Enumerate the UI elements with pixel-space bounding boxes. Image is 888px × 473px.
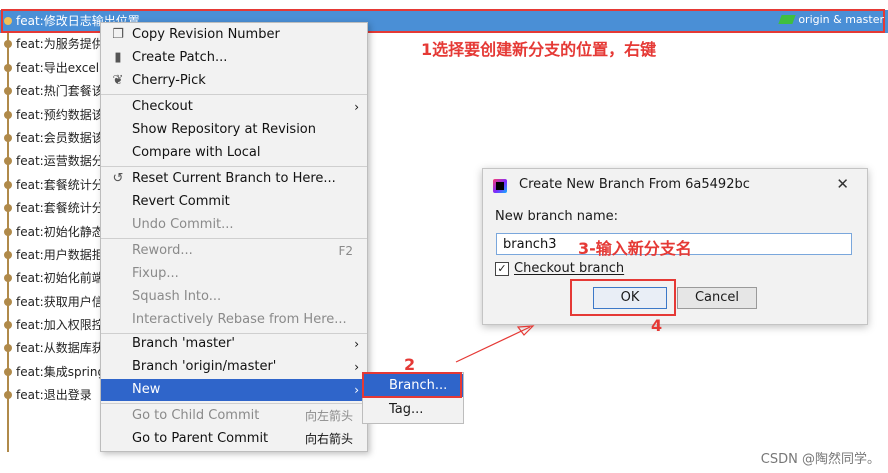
menu-copy-revision[interactable]: ❐ Copy Revision Number — [101, 24, 367, 46]
checkout-checkbox[interactable]: ✓ — [495, 261, 509, 276]
copy-icon: ❐ — [112, 27, 124, 42]
commit-message: feat:套餐统计分 — [16, 177, 104, 192]
commit-dot-icon — [4, 40, 12, 49]
commit-dot-icon — [4, 204, 12, 213]
menu-create-patch[interactable]: ▮ Create Patch... — [101, 47, 367, 69]
commit-message: feat:从数据库获 — [16, 341, 104, 356]
menu-branch-origin-master[interactable]: Branch 'origin/master' › — [101, 356, 367, 378]
commit-dot-icon — [4, 87, 12, 96]
new-submenu: Branch... Tag... — [362, 372, 464, 424]
shortcut-label: 向右箭头 — [304, 432, 353, 446]
checkout-branch-option[interactable]: ✓ Checkout branch — [495, 261, 624, 276]
menu-new[interactable]: New › — [101, 379, 367, 401]
dialog-titlebar: Create New Branch From 6a5492bc ✕ — [483, 169, 867, 202]
commit-message: feat:会员数据该 — [16, 130, 104, 145]
menu-go-child[interactable]: Go to Child Commit 向左箭头 — [101, 405, 367, 427]
shortcut-label: 向左箭头 — [304, 409, 353, 423]
shortcut-label: F2 — [338, 244, 353, 258]
undo-arrow-icon: ↺ — [112, 171, 124, 186]
tag-icon — [778, 15, 796, 24]
commit-message: feat:初始化静态 — [16, 224, 104, 239]
commit-message: feat:热门套餐该 — [16, 84, 104, 99]
branch-name-label: New branch name: — [495, 209, 619, 224]
commit-message: feat:退出登录 — [16, 388, 92, 403]
close-icon[interactable]: ✕ — [836, 175, 849, 193]
menu-separator — [101, 403, 367, 404]
submenu-branch[interactable]: Branch... — [363, 374, 463, 397]
submenu-tag[interactable]: Tag... — [363, 398, 463, 421]
commit-message: feat:初始化前端 — [16, 271, 104, 286]
branch-ref-text: origin & master — [798, 13, 884, 26]
menu-interactive-rebase[interactable]: Interactively Rebase from Here... — [101, 309, 367, 331]
menu-undo-commit[interactable]: Undo Commit... — [101, 214, 367, 236]
menu-separator — [101, 166, 367, 167]
menu-show-repository[interactable]: Show Repository at Revision — [101, 119, 367, 141]
commit-message: feat:加入权限控 — [16, 318, 104, 333]
commit-dot-icon — [4, 274, 12, 283]
chevron-right-icon: › — [354, 360, 359, 374]
chevron-right-icon: › — [354, 337, 359, 351]
commit-message: feat:套餐统计分 — [16, 201, 104, 216]
commit-dot-icon — [4, 321, 12, 330]
commit-dot-icon — [4, 133, 12, 142]
annotation-step1: 1选择要创建新分支的位置，右键 — [421, 40, 657, 59]
commit-message: feat:为服务提供 — [16, 37, 104, 52]
ok-button[interactable]: OK — [593, 287, 667, 309]
cherry-icon: ❦ — [112, 73, 124, 88]
commit-dot-icon — [4, 367, 12, 376]
checkout-label: Checkout branch — [514, 261, 625, 276]
dialog-title: Create New Branch From 6a5492bc — [519, 177, 750, 192]
watermark: CSDN @陶然同学。 — [760, 452, 880, 467]
chevron-right-icon: › — [354, 100, 359, 114]
commit-dot-icon — [4, 391, 12, 400]
commit-message: feat:用户数据拒 — [16, 247, 104, 262]
menu-squash[interactable]: Squash Into... — [101, 286, 367, 308]
menu-branch-master[interactable]: Branch 'master' › — [101, 333, 367, 355]
menu-separator — [101, 238, 367, 239]
menu-cherry-pick[interactable]: ❦ Cherry-Pick — [101, 70, 367, 92]
commit-dot-icon — [4, 227, 12, 236]
intellij-app-icon — [493, 179, 507, 193]
menu-compare-local[interactable]: Compare with Local — [101, 142, 367, 164]
chevron-right-icon: › — [354, 383, 359, 397]
annotation-step4: 4 — [651, 316, 663, 335]
menu-reword[interactable]: Reword... F2 — [101, 240, 367, 262]
menu-checkout[interactable]: Checkout › — [101, 96, 367, 118]
commit-message: feat:获取用户信 — [16, 294, 104, 309]
branch-ref-label: origin & master — [778, 13, 884, 26]
commit-dot-icon — [4, 63, 12, 72]
menu-go-parent[interactable]: Go to Parent Commit 向右箭头 — [101, 428, 367, 450]
cancel-button[interactable]: Cancel — [677, 287, 757, 309]
commit-dot-icon — [4, 297, 12, 306]
annotation-step2: 2 — [404, 355, 416, 374]
commit-message: feat:运营数据分 — [16, 154, 104, 169]
menu-fixup[interactable]: Fixup... — [101, 263, 367, 285]
commit-dot-icon — [4, 17, 12, 25]
commit-dot-icon — [4, 344, 12, 353]
patch-icon: ▮ — [114, 50, 122, 65]
menu-separator — [101, 94, 367, 95]
commit-dot-icon — [4, 110, 12, 119]
annotation-step3: 3-输入新分支名 — [578, 239, 692, 258]
commit-message: feat:预约数据该 — [16, 107, 104, 122]
commit-message: feat:导出excel — [16, 60, 100, 75]
commit-message: feat:集成spring — [16, 364, 106, 379]
menu-reset-branch[interactable]: ↺ Reset Current Branch to Here... — [101, 168, 367, 190]
context-menu: ❐ Copy Revision Number ▮ Create Patch...… — [100, 22, 368, 452]
commit-dot-icon — [4, 157, 12, 166]
commit-dot-icon — [4, 180, 12, 189]
menu-revert-commit[interactable]: Revert Commit — [101, 191, 367, 213]
commit-dot-icon — [4, 250, 12, 259]
